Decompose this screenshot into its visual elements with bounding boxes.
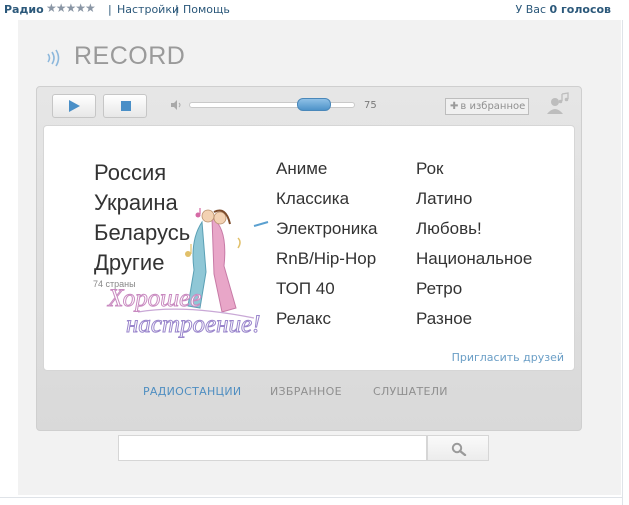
help-link[interactable]: Помощь xyxy=(183,3,230,16)
genre-rock[interactable]: Рок xyxy=(416,158,532,188)
genre-rnb-hiphop[interactable]: RnB/Hip-Hop xyxy=(276,248,378,278)
stop-icon xyxy=(121,101,131,111)
settings-link[interactable]: Настройки xyxy=(117,3,179,16)
search-icon xyxy=(451,442,467,456)
play-button[interactable] xyxy=(52,94,96,118)
genre-national[interactable]: Национальное xyxy=(416,248,532,278)
divider xyxy=(0,497,622,498)
volume-value: 75 xyxy=(364,100,377,111)
stop-button[interactable] xyxy=(103,94,147,118)
voices-balance: У Вас 0 голосов xyxy=(516,3,612,16)
region-russia[interactable]: Россия xyxy=(94,158,190,188)
speaker-icon[interactable] xyxy=(170,99,184,111)
genre-classic[interactable]: Классика xyxy=(276,188,378,218)
genre-relax[interactable]: Релакс xyxy=(276,308,378,338)
search-button[interactable] xyxy=(427,435,489,461)
promo-text-line1: Хорошее xyxy=(107,285,201,312)
plus-icon: ✚ xyxy=(450,101,459,112)
favorites-label: в избранное xyxy=(460,101,526,112)
app-title: Радио xyxy=(4,3,44,16)
genre-latino[interactable]: Латино xyxy=(416,188,532,218)
station-name: RECORD xyxy=(74,42,186,70)
tab-stations[interactable]: РАДИОСТАНЦИИ xyxy=(143,385,241,398)
top-bar: Радио ★★★★★ | Настройки | Помощь У Вас 0… xyxy=(0,0,629,20)
genre-anime[interactable]: Аниме xyxy=(276,158,378,188)
voices-count[interactable]: 0 голосов xyxy=(550,3,611,16)
volume-slider-handle[interactable] xyxy=(297,98,331,111)
separator: | xyxy=(108,3,112,16)
user-music-icon[interactable] xyxy=(545,92,571,116)
tab-favorites[interactable]: ИЗБРАННОЕ xyxy=(270,385,342,398)
voices-prefix: У Вас xyxy=(515,3,547,16)
genre-retro[interactable]: Ретро xyxy=(416,278,532,308)
genre-top40[interactable]: ТОП 40 xyxy=(276,278,378,308)
rating-stars[interactable]: ★★★★★ xyxy=(46,1,96,15)
genre-list-right: Рок Латино Любовь! Национальное Ретро Ра… xyxy=(416,158,532,338)
tab-listeners[interactable]: СЛУШАТЕЛИ xyxy=(373,385,448,398)
promo-banner[interactable]: Хорошее настроение! xyxy=(104,208,284,346)
invite-friends-link[interactable]: Пригласить друзей xyxy=(452,351,564,364)
separator: | xyxy=(175,3,179,16)
play-icon xyxy=(69,100,80,112)
genre-list-left: Аниме Классика Электроника RnB/Hip-Hop Т… xyxy=(276,158,378,338)
genre-electronic[interactable]: Электроника xyxy=(276,218,378,248)
search-input[interactable] xyxy=(118,435,427,461)
station-catalog-card: Россия Украина Беларусь Другие 74 страны xyxy=(43,125,575,371)
genre-misc[interactable]: Разное xyxy=(416,308,532,338)
radio-signal-icon xyxy=(47,49,60,67)
divider xyxy=(622,20,623,505)
promo-text-line2: настроение! xyxy=(126,311,260,338)
player-panel: 75 ✚ в избранное Россия Украина Беларусь … xyxy=(36,86,582,431)
add-to-favorites-button[interactable]: ✚ в избранное xyxy=(445,98,529,115)
genre-love[interactable]: Любовь! xyxy=(416,218,532,248)
